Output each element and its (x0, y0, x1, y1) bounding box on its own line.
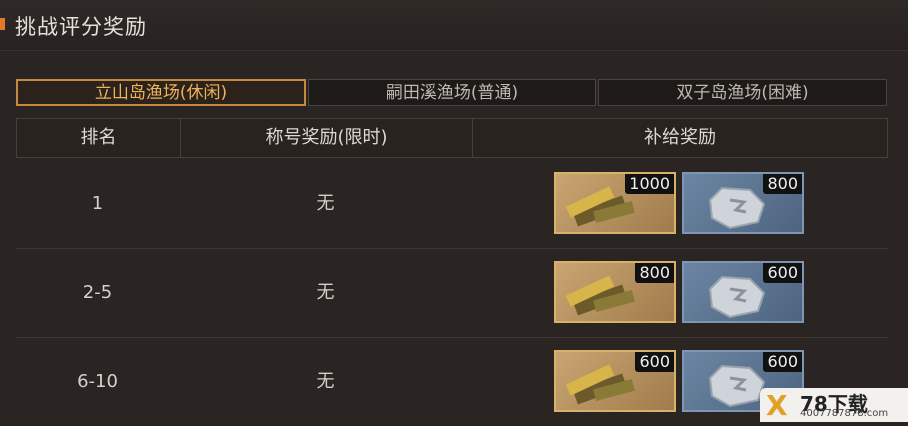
gold-reward-item[interactable]: 800 (554, 261, 676, 323)
tab-shuangzi[interactable]: 双子岛渔场(困难) (598, 79, 887, 106)
header-rank: 排名 (80, 127, 117, 148)
table-row: 1 无 1000 800 (16, 160, 888, 249)
title-reward-cell: 无 (316, 193, 335, 214)
header-accent (0, 18, 5, 30)
reward-amount: 600 (635, 352, 674, 372)
header-bar: 挑战评分奖励 (0, 0, 908, 51)
page-title: 挑战评分奖励 (15, 15, 147, 39)
reward-amount: 600 (763, 352, 802, 372)
watermark-logo: X 78下载 4007787878.com (760, 388, 908, 422)
reward-amount: 600 (763, 263, 802, 283)
title-reward-cell: 无 (316, 371, 335, 392)
table-row: 2-5 无 800 600 (16, 249, 888, 338)
tab-sitian[interactable]: 嗣田溪渔场(普通) (308, 79, 596, 106)
gold-reward-item[interactable]: 1000 (554, 172, 676, 234)
rank-cell: 2-5 (82, 282, 113, 303)
watermark-url: 4007787878.com (800, 408, 889, 419)
header-title-reward: 称号奖励(限时) (265, 127, 388, 148)
title-reward-cell: 无 (316, 282, 335, 303)
rank-cell: 6-10 (77, 371, 118, 392)
header-supply-reward: 补给奖励 (644, 127, 716, 148)
x-logo-icon: X (766, 389, 788, 422)
reward-amount: 1000 (625, 174, 674, 194)
reward-amount: 800 (635, 263, 674, 283)
silver-reward-item[interactable]: 800 (682, 172, 804, 234)
table-header: 排名 称号奖励(限时) 补给奖励 (16, 118, 888, 158)
silver-reward-item[interactable]: 600 (682, 261, 804, 323)
reward-amount: 800 (763, 174, 802, 194)
table-row: 6-10 无 600 600 (16, 338, 888, 426)
tab-lishan[interactable]: 立山岛渔场(休闲) (16, 79, 306, 106)
gold-reward-item[interactable]: 600 (554, 350, 676, 412)
rank-cell: 1 (91, 193, 104, 214)
